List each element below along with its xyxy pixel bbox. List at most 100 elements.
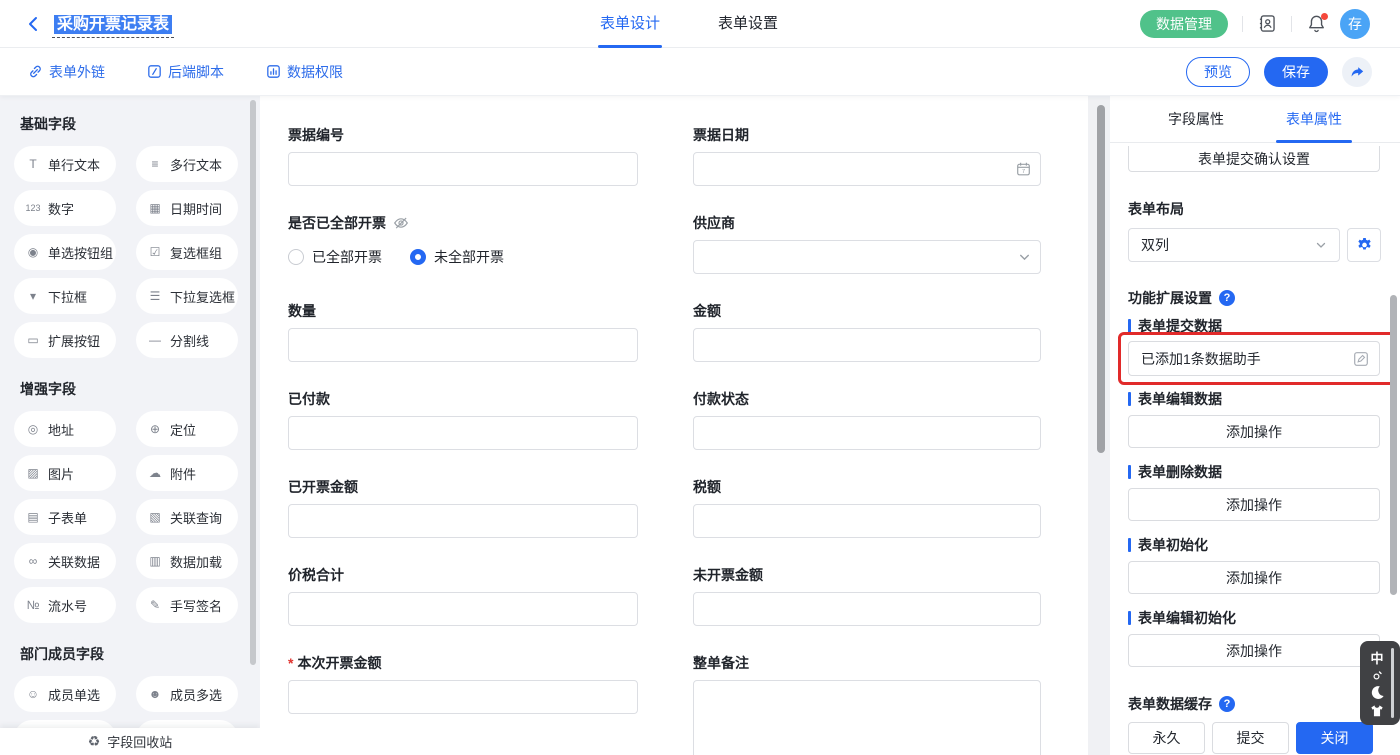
linked-query-icon: ▧ — [147, 510, 163, 524]
header-tab-form-settings[interactable]: 表单设置 — [718, 0, 778, 48]
text-input[interactable] — [693, 504, 1041, 538]
field-pill-extend-button[interactable]: ▭扩展按钮 — [14, 322, 116, 358]
field-label-text: 金额 — [693, 301, 721, 321]
text-input[interactable] — [693, 592, 1041, 626]
field-recycle-bar[interactable]: ♻ 字段回收站 — [0, 728, 260, 755]
panel-scrollbar[interactable] — [1390, 295, 1397, 595]
translate-mini-icon[interactable] — [1373, 671, 1382, 680]
floating-translate-widget: 中 — [1360, 641, 1400, 725]
field-pill-subform[interactable]: ▤子表单 — [14, 499, 116, 535]
field-pill-checkbox-group[interactable]: ☑复选框组 — [136, 234, 238, 270]
notification-bell-icon[interactable] — [1306, 14, 1326, 34]
date-input[interactable]: 7 — [693, 152, 1041, 186]
field-pill-label: 附件 — [170, 464, 196, 483]
radio-group-icon: ◉ — [25, 245, 41, 259]
field-label-text: 整单备注 — [693, 653, 749, 673]
panel-section-label-text: 表单删除数据 — [1138, 462, 1222, 482]
field-pill-linked-query[interactable]: ▧关联查询 — [136, 499, 238, 535]
text-input[interactable] — [693, 416, 1041, 450]
avatar[interactable]: 存 — [1340, 9, 1370, 39]
canvas-scrollbar[interactable] — [1097, 105, 1105, 453]
theme-tshirt-icon[interactable] — [1370, 704, 1384, 718]
field-pill-multi-dropdown[interactable]: ☰下拉复选框 — [136, 278, 238, 314]
field-pill-data-load[interactable]: ▥数据加载 — [136, 543, 238, 579]
text-input[interactable] — [288, 416, 638, 450]
panel-section-label: 表单提交数据 — [1128, 316, 1222, 336]
text-input[interactable] — [288, 592, 638, 626]
layout-settings-button[interactable] — [1347, 228, 1381, 262]
field-pill-datetime[interactable]: ▦日期时间 — [136, 190, 238, 226]
text-input[interactable] — [693, 328, 1041, 362]
field-pill-member-multi[interactable]: ☻成员多选 — [136, 676, 238, 712]
radio-option[interactable]: 已全部开票 — [288, 247, 382, 267]
data-assistant-entry[interactable]: 已添加1条数据助手 — [1128, 341, 1380, 376]
toolbar-link-link[interactable]: 表单外链 — [28, 62, 105, 82]
header-tabs: 表单设计 表单设置 — [600, 0, 778, 48]
text-input[interactable] — [288, 152, 638, 186]
text-input[interactable] — [288, 328, 638, 362]
field-pill-single-text[interactable]: T单行文本 — [14, 146, 116, 182]
help-icon[interactable]: ? — [1219, 290, 1235, 306]
cache-option-3[interactable]: 关闭 — [1296, 722, 1373, 754]
form-title-editor[interactable]: 采购开票记录表 — [52, 10, 174, 38]
field-label-text: 数量 — [288, 301, 316, 321]
add-action-button[interactable]: 添加操作 — [1128, 561, 1380, 594]
field-pill-divider[interactable]: —分割线 — [136, 322, 238, 358]
data-manage-button[interactable]: 数据管理 — [1140, 10, 1228, 38]
field-pill-attachment[interactable]: ☁附件 — [136, 455, 238, 491]
field-pill-multi-text[interactable]: ≡多行文本 — [136, 146, 238, 182]
panel-tab-field-props[interactable]: 字段属性 — [1168, 96, 1224, 143]
radio-checked-icon[interactable] — [410, 249, 426, 265]
text-input[interactable] — [288, 504, 638, 538]
preview-button[interactable]: 预览 — [1186, 57, 1250, 87]
panel-section-label: 表单初始化 — [1128, 535, 1208, 555]
image-icon: ▨ — [25, 466, 41, 480]
field-pill-address[interactable]: ◎地址 — [14, 411, 116, 447]
field-label: 数量 — [288, 302, 638, 319]
header-tab-form-design[interactable]: 表单设计 — [600, 0, 660, 48]
add-action-button[interactable]: 添加操作 — [1128, 488, 1380, 521]
submit-confirm-settings-button[interactable]: 表单提交确认设置 — [1128, 146, 1380, 172]
toolbar-link-permission[interactable]: 数据权限 — [266, 62, 343, 82]
field-pill-label: 分割线 — [170, 331, 209, 350]
field-pill-signature[interactable]: ✎手写签名 — [136, 587, 238, 623]
field-pill-radio-group[interactable]: ◉单选按钮组 — [14, 234, 116, 270]
cache-option-2[interactable]: 提交 — [1212, 722, 1289, 754]
field-pill-number[interactable]: 123数字 — [14, 190, 116, 226]
toolbar-actions: 预览 保存 — [1186, 57, 1372, 87]
field-pill-member-single[interactable]: ☺成员单选 — [14, 676, 116, 712]
field-label-text: 票据日期 — [693, 125, 749, 145]
field-pill-locate[interactable]: ⊕定位 — [136, 411, 238, 447]
field-pill-serial-number[interactable]: №流水号 — [14, 587, 116, 623]
calendar-icon: 7 — [1016, 162, 1031, 177]
cache-option-1[interactable]: 永久 — [1128, 722, 1205, 754]
edit-icon[interactable] — [1353, 351, 1369, 367]
field-pill-linked-data[interactable]: ∞关联数据 — [14, 543, 116, 579]
text-input[interactable] — [288, 680, 638, 714]
share-button[interactable] — [1342, 57, 1372, 87]
panel-tab-form-props[interactable]: 表单属性 — [1286, 96, 1342, 143]
form-title[interactable]: 采购开票记录表 — [54, 15, 172, 34]
textarea-input[interactable] — [693, 680, 1041, 755]
sidebar-section-title: 增强字段 — [20, 379, 260, 399]
radio-unchecked-icon[interactable] — [288, 249, 304, 265]
back-icon[interactable] — [24, 14, 44, 34]
sidebar-scrollbar[interactable] — [250, 100, 256, 665]
radio-option[interactable]: 未全部开票 — [410, 247, 504, 267]
add-action-button[interactable]: 添加操作 — [1128, 634, 1380, 667]
contacts-book-icon[interactable] — [1257, 14, 1277, 34]
add-action-button[interactable]: 添加操作 — [1128, 415, 1380, 448]
chevron-down-icon — [1018, 251, 1031, 264]
dark-mode-moon-icon[interactable] — [1370, 685, 1385, 700]
translate-chinese-icon[interactable]: 中 — [1370, 648, 1383, 667]
select-input[interactable] — [693, 240, 1041, 274]
layout-select[interactable]: 双列 — [1128, 228, 1340, 262]
save-button[interactable]: 保存 — [1264, 57, 1328, 87]
toolbar-link-script[interactable]: 后端脚本 — [147, 62, 224, 82]
field-pill-dropdown[interactable]: ▾下拉框 — [14, 278, 116, 314]
help-icon[interactable]: ? — [1219, 696, 1235, 712]
field-pill-image[interactable]: ▨图片 — [14, 455, 116, 491]
panel-section-label-text: 表单初始化 — [1138, 535, 1208, 555]
extend-button-icon: ▭ — [25, 333, 41, 347]
form-field-radio: 是否已全部开票已全部开票未全部开票 — [288, 214, 638, 302]
